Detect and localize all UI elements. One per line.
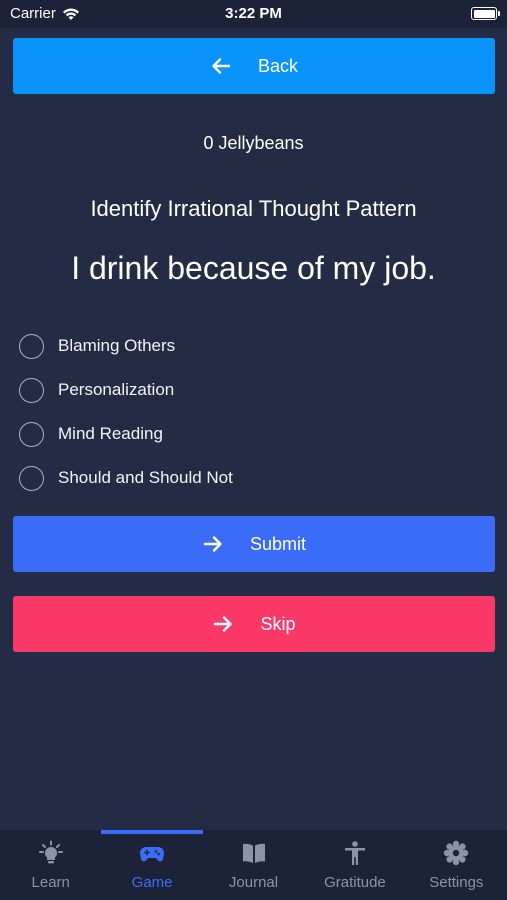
tab-settings-label: Settings — [429, 874, 484, 891]
option-mind-reading[interactable]: Mind Reading — [19, 412, 233, 456]
submit-button[interactable]: Submit — [13, 516, 495, 572]
arrow-left-icon — [212, 58, 231, 74]
battery-icon — [471, 7, 500, 20]
submit-button-label: Submit — [249, 533, 307, 554]
radio-button[interactable] — [19, 377, 44, 403]
skip-button[interactable]: Skip — [13, 596, 495, 652]
tab-learn-label: Learn — [31, 874, 70, 891]
radio-button[interactable] — [19, 421, 44, 447]
tab-gratitude[interactable]: Gratitude — [304, 830, 405, 900]
tab-settings[interactable]: Settings — [406, 830, 507, 900]
gamepad-icon — [140, 847, 165, 862]
option-label: Should and Should Not — [58, 468, 233, 487]
back-button[interactable]: Back — [13, 38, 495, 94]
page-subtitle: Identify Irrational Thought Pattern — [90, 196, 417, 221]
arrow-right-icon — [203, 536, 222, 552]
lightbulb-icon — [38, 840, 63, 864]
tab-game-label: Game — [131, 874, 173, 891]
option-label: Blaming Others — [58, 336, 176, 355]
option-blaming-others[interactable]: Blaming Others — [19, 324, 233, 368]
options-list: Blaming Others Personalization Mind Read… — [19, 324, 233, 500]
person-icon — [344, 841, 365, 865]
tab-gratitude-label: Gratitude — [324, 874, 386, 891]
option-label: Mind Reading — [58, 424, 163, 443]
arrow-right-icon — [214, 616, 233, 632]
tab-journal-label: Journal — [228, 874, 279, 891]
status-bar: Carrier 3:22 PM — [0, 0, 507, 28]
tab-bar: Learn Game Journal Gratitude Settings — [0, 830, 507, 900]
skip-button-label: Skip — [260, 613, 296, 634]
option-should-and-should-not[interactable]: Should and Should Not — [19, 456, 233, 500]
radio-button[interactable] — [19, 333, 44, 359]
back-button-label: Back — [257, 55, 299, 76]
radio-button[interactable] — [19, 465, 44, 491]
gear-icon — [444, 840, 469, 866]
thought-statement: I drink because of my job. — [71, 250, 436, 286]
option-personalization[interactable]: Personalization — [19, 368, 233, 412]
book-icon — [242, 843, 265, 863]
jellybeans-count: 0 Jellybeans — [203, 133, 304, 153]
tab-learn[interactable]: Learn — [0, 830, 101, 900]
status-time: 3:22 PM — [225, 5, 282, 22]
tab-journal[interactable]: Journal — [203, 830, 304, 900]
option-label: Personalization — [58, 380, 175, 399]
tab-game[interactable]: Game — [101, 830, 204, 900]
